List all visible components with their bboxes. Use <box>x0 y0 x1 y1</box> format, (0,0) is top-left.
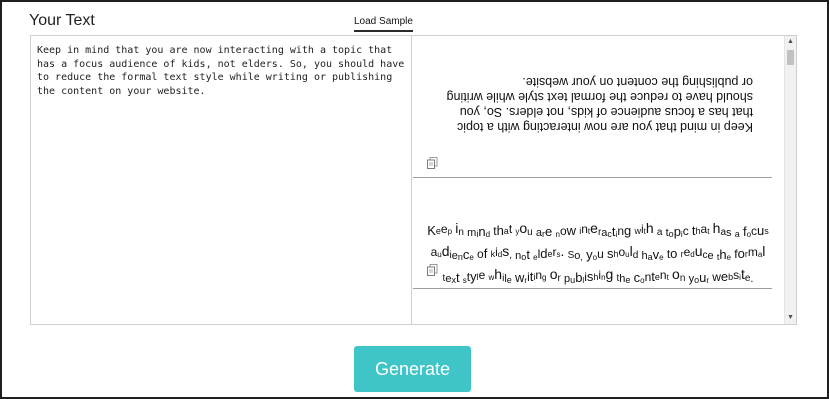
copy-icon[interactable] <box>427 156 438 169</box>
load-sample-link[interactable]: Load Sample <box>354 16 413 32</box>
input-text-area[interactable]: Keep in mind that you are now interactin… <box>31 36 412 324</box>
section-title: Your Text <box>29 12 95 29</box>
editor-panel: Keep in mind that you are now interactin… <box>30 35 797 325</box>
result-mixed-size: Keep in mind that you are now interactin… <box>413 177 772 289</box>
scrollbar-thumb[interactable] <box>787 50 794 65</box>
copy-icon[interactable] <box>427 263 438 276</box>
result-upside-down: Keep in mind that you are now interactin… <box>413 36 772 178</box>
upside-down-text: Keep in mind that you are now interactin… <box>446 75 753 134</box>
scroll-up-arrow-icon[interactable]: ▲ <box>785 36 796 48</box>
tool-frame: Your Text Load Sample Keep in mind that … <box>0 0 829 399</box>
generate-button[interactable]: Generate <box>354 346 471 392</box>
scroll-down-arrow-icon[interactable]: ▼ <box>785 312 796 324</box>
mixed-size-text: Keep in mind that you are now interactin… <box>427 220 769 285</box>
output-list: Keep in mind that you are now interactin… <box>413 36 784 324</box>
output-scrollbar[interactable]: ▲ ▼ <box>784 36 796 324</box>
